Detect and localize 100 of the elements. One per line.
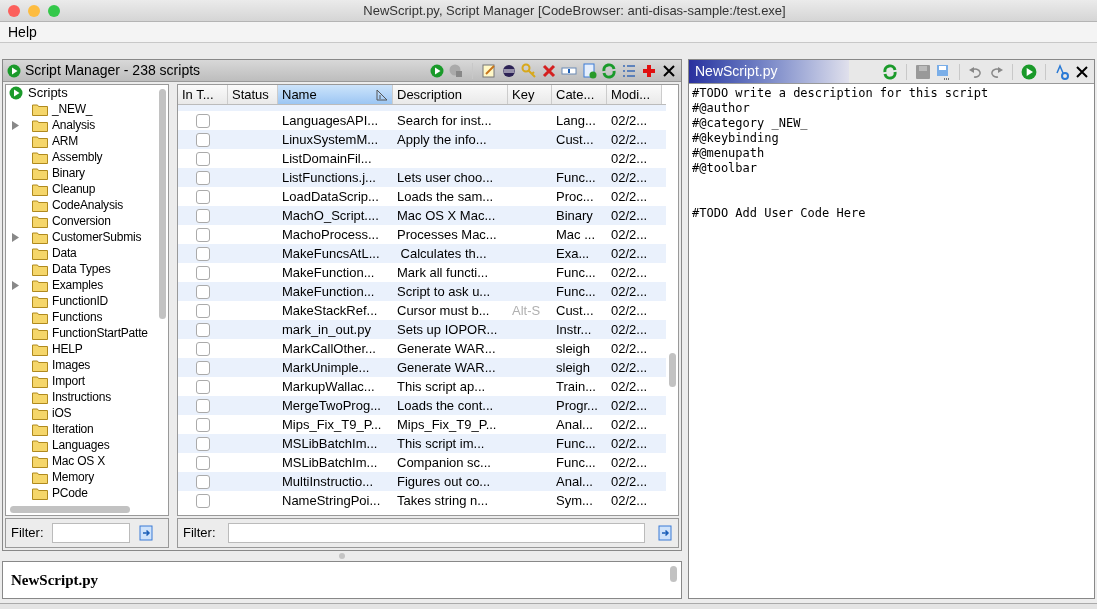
minimize-window-icon[interactable] [28,4,40,17]
table-cell-text: 02/2... [610,168,649,187]
tree-item[interactable]: iOS [52,404,72,422]
table-cell-text: Mac OS X Mac... [396,206,497,225]
checkbox[interactable] [196,246,210,261]
expand-arrow-icon[interactable] [12,280,19,290]
checkbox[interactable] [196,170,210,185]
tree-item[interactable]: Iteration [52,420,94,438]
filter-field[interactable] [51,523,130,543]
checkbox[interactable] [196,284,210,299]
folder-icon [32,438,48,452]
tree-item[interactable]: Languages [52,436,110,454]
tree-item[interactable]: _NEW_ [52,100,93,118]
checkbox[interactable] [196,417,210,432]
refresh-icon[interactable] [882,63,898,80]
checkbox[interactable] [196,151,210,166]
tree-item[interactable]: Mac OS X [52,452,106,470]
save-icon[interactable] [915,63,931,80]
table-cell-text: Proc... [555,187,595,206]
tree-item[interactable]: Binary [52,164,85,182]
scrollbar[interactable] [158,89,166,319]
tree-item[interactable]: PCode [52,484,88,502]
checkbox[interactable] [196,303,210,318]
list-icon[interactable] [621,62,637,79]
checkbox[interactable] [196,227,210,242]
checkbox[interactable] [196,189,210,204]
folder-icon [32,294,48,308]
tree-item[interactable]: Memory [52,468,95,486]
tree-item[interactable]: HELP [52,340,83,358]
scrollbar[interactable] [668,353,676,387]
run-icon[interactable] [9,86,23,100]
tree-item[interactable]: FunctionID [52,292,109,310]
table-cell-text: Exa... [555,244,591,263]
tree-item[interactable]: Examples [52,276,104,294]
splitter-handle[interactable] [339,553,345,559]
checkbox[interactable] [196,436,210,451]
tree-item[interactable]: Analysis [52,116,96,134]
column-header[interactable]: In T... [178,85,228,104]
tree-item[interactable]: CodeAnalysis [52,196,123,214]
close-icon[interactable] [661,62,677,79]
tree-item[interactable]: Conversion [52,212,111,230]
folder-icon [32,118,48,132]
run-icon[interactable] [1021,63,1037,80]
checkbox[interactable] [196,265,210,280]
table-cell-text: MakeFuncsAtL... [281,244,381,263]
folder-icon [32,166,48,180]
table-cell-text: 02/2... [610,339,649,358]
close-window-icon[interactable] [8,4,20,17]
checkbox[interactable] [196,398,210,413]
column-header[interactable]: Key [508,85,552,104]
column-header[interactable]: Modi... [607,85,662,104]
column-header[interactable]: Name [278,85,393,104]
column-header[interactable]: Cate... [552,85,607,104]
folder-icon [32,214,48,228]
run-icon[interactable] [7,63,21,78]
checkbox[interactable] [196,493,210,508]
tree-item[interactable]: Functions [52,308,103,326]
checkbox[interactable] [196,113,210,128]
table-cell-text: Loads the sam... [396,187,495,206]
table-cell-text: MakeFunction... [281,263,376,282]
scrollbar[interactable] [670,566,677,582]
filter-label: Filter: [11,524,44,543]
checkbox[interactable] [196,341,210,356]
checkbox[interactable] [196,132,210,147]
table-cell-text: Companion sc... [396,453,492,472]
expand-arrow-icon[interactable] [12,120,19,130]
tree-item[interactable]: Data Types [52,260,111,278]
tree-item[interactable]: CustomerSubmis [52,228,142,246]
tree-item[interactable]: Data [52,244,77,262]
delete-icon[interactable] [541,62,557,79]
scrollbar[interactable] [10,505,130,513]
checkbox[interactable] [196,208,210,223]
table-cell-text: Func... [555,434,597,453]
new-script-icon[interactable] [581,62,597,79]
checkbox[interactable] [196,379,210,394]
tree-item[interactable]: ARM [52,132,79,150]
checkbox[interactable] [196,360,210,375]
menu-item[interactable]: Help [8,21,37,43]
run-icon[interactable] [430,63,444,78]
tree-item[interactable]: Scripts [28,85,68,103]
tree-item[interactable]: Images [52,356,91,374]
table-cell-text: Generate WAR... [396,358,497,377]
tree-item[interactable]: Assembly [52,148,103,166]
refresh-icon[interactable] [601,62,617,79]
checkbox[interactable] [196,322,210,337]
tree-item[interactable]: Cleanup [52,180,96,198]
table-cell-text: MSLibBatchIm... [281,434,379,453]
tree-item[interactable]: Instructions [52,388,111,406]
zoom-window-icon[interactable] [48,4,60,17]
save-as-icon[interactable] [935,63,951,80]
expand-arrow-icon[interactable] [12,232,19,242]
column-header[interactable]: Status [228,85,278,104]
column-header[interactable]: Description [393,85,508,104]
code-editor[interactable]: #TODO write a description for this script #@author #@category _NEW_ #@keybinding #@menupath #@toolbar #TODO Add User Code Here [689,84,1094,598]
tree-item[interactable]: Import [52,372,85,390]
checkbox[interactable] [196,455,210,470]
checkbox[interactable] [196,474,210,489]
close-icon[interactable] [1074,63,1090,80]
filter-field[interactable] [227,523,645,543]
tree-item[interactable]: FunctionStartPatte [52,324,148,342]
